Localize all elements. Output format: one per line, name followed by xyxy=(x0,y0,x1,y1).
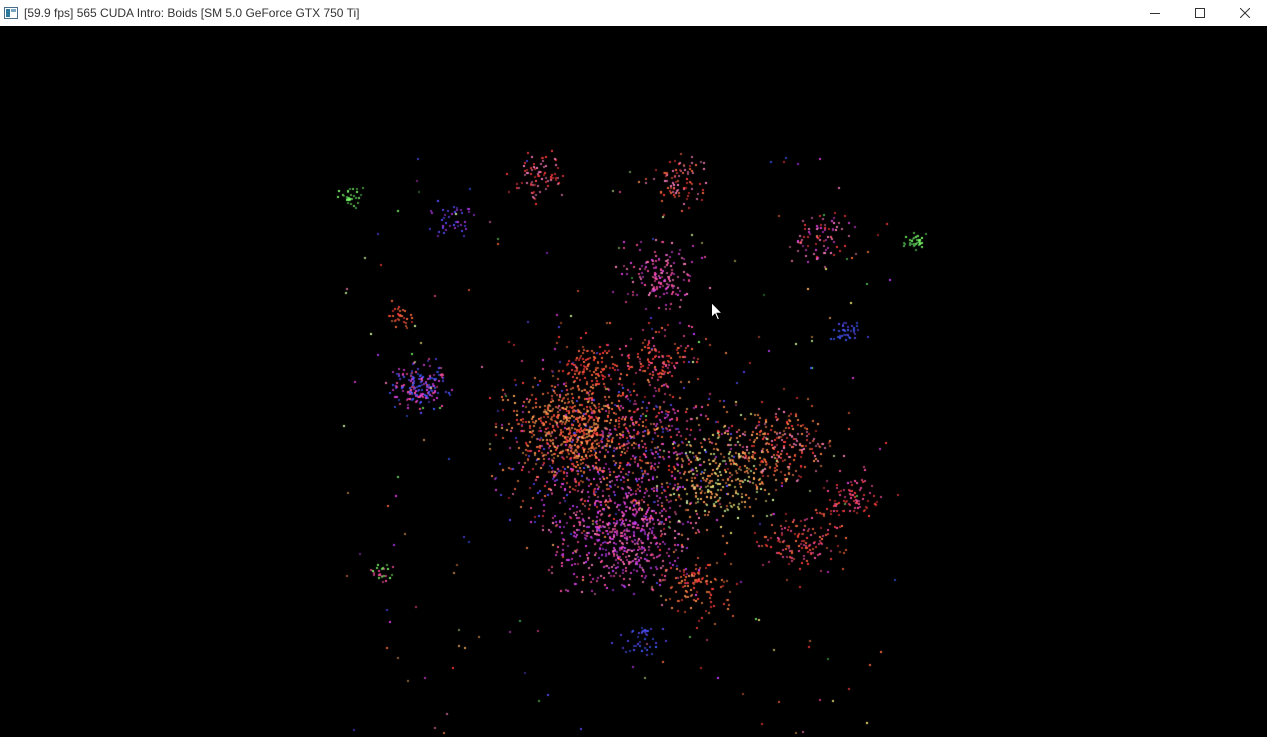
maximize-icon xyxy=(1194,8,1205,18)
window-title: [59.9 fps] 565 CUDA Intro: Boids [SM 5.0… xyxy=(24,6,360,20)
close-icon xyxy=(1239,8,1250,18)
app-icon[interactable] xyxy=(4,7,18,19)
boids-render-viewport[interactable] xyxy=(0,26,1267,737)
maximize-button[interactable] xyxy=(1177,0,1222,26)
title-bar[interactable]: [59.9 fps] 565 CUDA Intro: Boids [SM 5.0… xyxy=(0,0,1267,26)
boids-particle-canvas[interactable] xyxy=(0,26,1267,737)
minimize-button[interactable] xyxy=(1132,0,1177,26)
app-window: [59.9 fps] 565 CUDA Intro: Boids [SM 5.0… xyxy=(0,0,1267,737)
close-button[interactable] xyxy=(1222,0,1267,26)
minimize-icon xyxy=(1149,13,1160,14)
window-controls xyxy=(1132,0,1267,26)
mouse-cursor-icon xyxy=(711,302,723,321)
